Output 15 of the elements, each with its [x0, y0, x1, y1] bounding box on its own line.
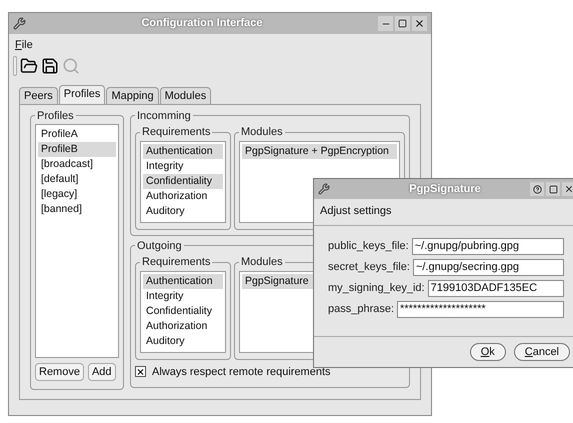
group-title: Modules: [240, 125, 284, 140]
group-title: Requirements: [141, 125, 212, 140]
field-label: pass_phrase:: [328, 302, 394, 317]
field-label: secret_keys_file:: [328, 260, 410, 275]
field-label: my_signing_key_id:: [328, 280, 425, 296]
checkbox-label: Always respect remote requirements: [152, 364, 331, 380]
group-title: Modules: [240, 255, 284, 270]
field-label: public_keys_file:: [328, 238, 409, 254]
window-title: Configuration Interface: [140, 16, 264, 32]
dialog-title: PgpSignature: [408, 182, 482, 197]
group-title: Profiles: [36, 108, 75, 124]
group-title: Outgoing: [136, 238, 183, 254]
dialog-heading: Adjust settings: [314, 199, 573, 226]
group-title: Requirements: [141, 255, 212, 270]
group-title: Incomming: [136, 108, 192, 124]
